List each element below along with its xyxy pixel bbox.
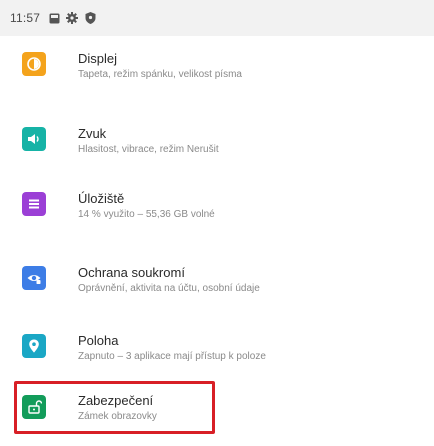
- settings-item-title: Displej: [78, 51, 118, 66]
- shield-icon: [84, 12, 96, 24]
- image-icon: [48, 12, 60, 24]
- settings-item-title: Zvuk: [78, 126, 107, 141]
- settings-item-display[interactable]: Displej Tapeta, režim spánku, velikost p…: [0, 36, 434, 96]
- storage-icon: [22, 192, 46, 216]
- status-time: 11:57: [10, 11, 41, 25]
- settings-item-subtitle: Zapnuto – 3 aplikace mají přístup k polo…: [78, 351, 266, 362]
- settings-item-title: Poloha: [78, 333, 119, 348]
- settings-item-privacy[interactable]: Ochrana soukromí Oprávnění, aktivita na …: [0, 250, 434, 310]
- settings-item-sound[interactable]: Zvuk Hlasitost, vibrace, režim Nerušit: [0, 111, 434, 171]
- settings-item-subtitle: Tapeta, režim spánku, velikost písma: [78, 69, 242, 80]
- location-pin-icon: [22, 334, 46, 358]
- settings-item-title: Úložiště: [78, 191, 125, 206]
- volume-icon: [22, 127, 46, 151]
- settings-item-title: Ochrana soukromí: [78, 265, 185, 280]
- brightness-icon: [22, 52, 46, 76]
- settings-item-subtitle: Hlasitost, vibrace, režim Nerušit: [78, 144, 219, 155]
- highlight-box: [14, 381, 215, 434]
- privacy-eye-icon: [22, 266, 46, 290]
- status-bar: 11:57: [0, 0, 434, 36]
- settings-item-subtitle: 14 % využito – 55,36 GB volné: [78, 209, 215, 220]
- gear-icon: [66, 12, 79, 24]
- settings-item-subtitle: Oprávnění, aktivita na účtu, osobní údaj…: [78, 283, 260, 294]
- settings-item-location[interactable]: Poloha Zapnuto – 3 aplikace mají přístup…: [0, 318, 434, 378]
- settings-item-storage[interactable]: Úložiště 14 % využito – 55,36 GB volné: [0, 176, 434, 236]
